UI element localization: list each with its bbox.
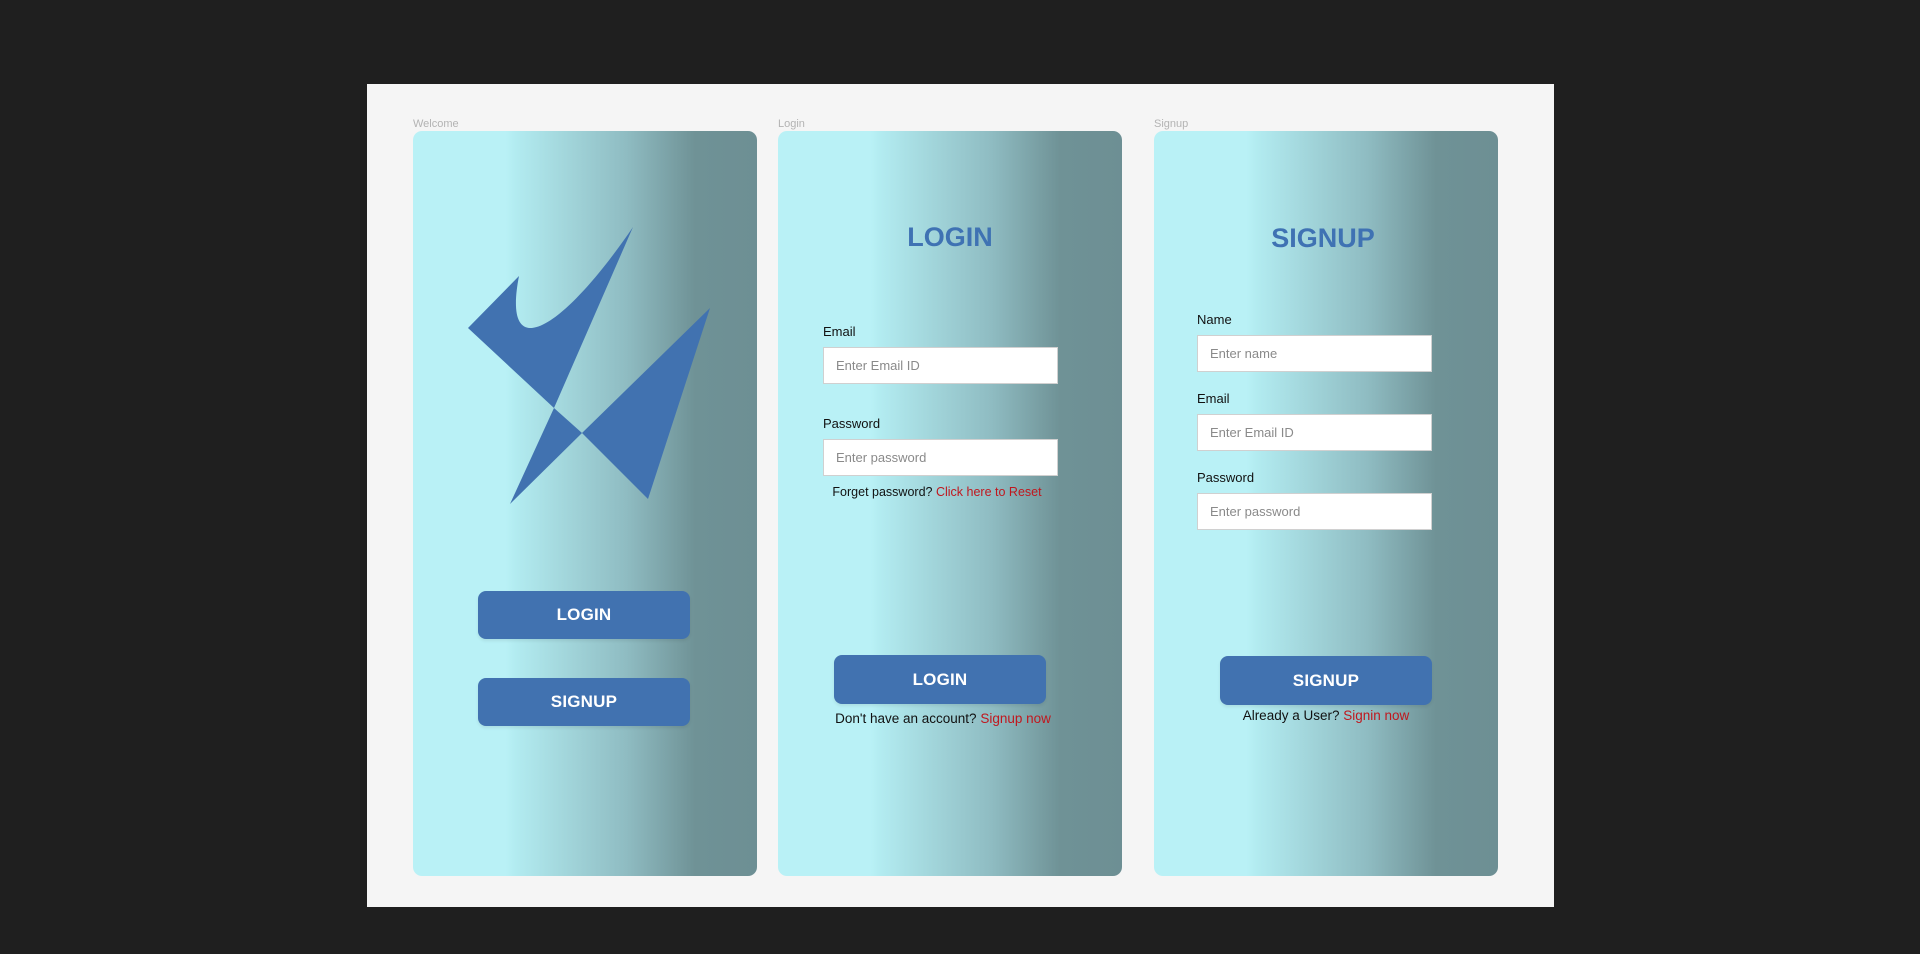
login-email-input[interactable] — [823, 347, 1058, 384]
frame-label-login[interactable]: Login — [778, 118, 805, 130]
signup-submit-button[interactable]: SIGNUP — [1220, 656, 1432, 705]
signup-email-input[interactable] — [1197, 414, 1432, 451]
welcome-screen: LOGIN SIGNUP — [413, 131, 757, 876]
login-submit-button[interactable]: LOGIN — [834, 655, 1046, 704]
frame-label-signup[interactable]: Signup — [1154, 118, 1188, 130]
signup-screen: SIGNUP Name Email Password SIGNUP Alread… — [1154, 131, 1498, 876]
welcome-signup-button[interactable]: SIGNUP — [478, 678, 690, 726]
design-canvas: Welcome Login Signup LOGIN SIGNUP LOGIN … — [367, 84, 1554, 907]
login-title: LOGIN — [907, 222, 993, 252]
signup-password-input[interactable] — [1197, 493, 1432, 530]
abstract-check-logo-icon — [468, 227, 710, 504]
login-email-label: Email — [823, 324, 856, 339]
reset-password-link[interactable]: Click here to Reset — [936, 485, 1042, 499]
welcome-login-button[interactable]: LOGIN — [478, 591, 690, 639]
signin-now-link[interactable]: Signin now — [1343, 708, 1409, 723]
signup-name-label: Name — [1197, 312, 1232, 327]
signup-email-label: Email — [1197, 391, 1230, 406]
frame-label-welcome[interactable]: Welcome — [413, 118, 459, 130]
signup-password-label: Password — [1197, 470, 1255, 485]
signup-title: SIGNUP — [1271, 223, 1375, 253]
login-password-input[interactable] — [823, 439, 1058, 476]
signup-now-link[interactable]: Signup now — [980, 711, 1051, 726]
login-password-label: Password — [823, 416, 881, 431]
no-account-text: Don't have an account? — [835, 711, 977, 726]
no-account-row: Don't have an account? Signup now — [778, 711, 1115, 726]
login-screen: LOGIN Email Password Forget password? Cl… — [778, 131, 1122, 876]
existing-user-text: Already a User? — [1242, 708, 1340, 723]
existing-user-row: Already a User? Signin now — [1154, 708, 1498, 723]
signup-name-input[interactable] — [1197, 335, 1432, 372]
forgot-password-row: Forget password? Click here to Reset — [778, 485, 1109, 499]
forgot-password-text: Forget password? — [832, 485, 933, 499]
